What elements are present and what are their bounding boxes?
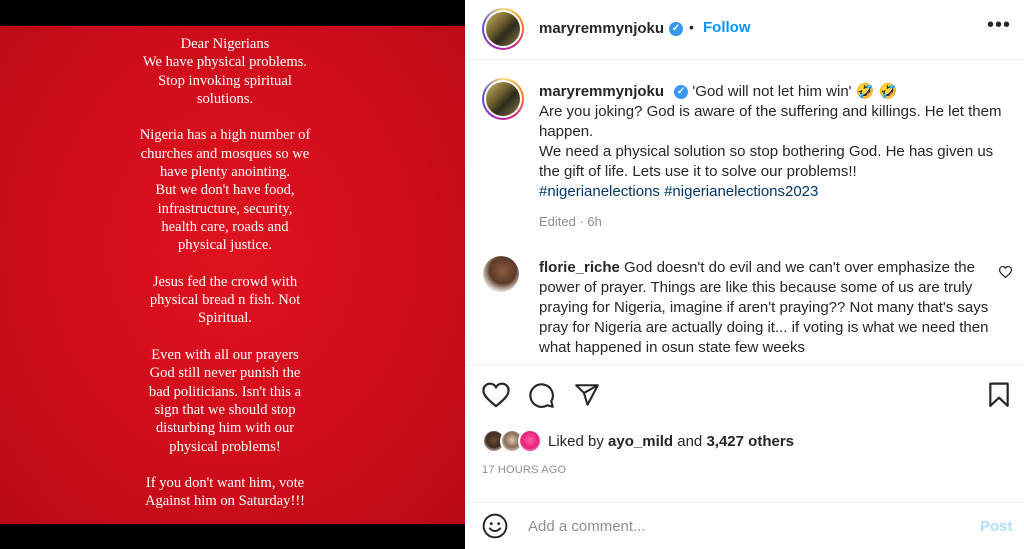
add-comment-bar: Add a comment... Post [465,502,1024,549]
save-bookmark-icon[interactable] [987,382,1011,413]
likes-summary: Liked by ayo_mild and 3,427 others [482,428,794,454]
post-image: Dear Nigerians We have physical problems… [0,0,465,549]
commenter-username[interactable]: florie_riche [539,259,620,276]
share-send-icon[interactable] [574,382,600,413]
image-paragraph-1: Dear Nigerians We have physical problems… [142,36,308,107]
liker-username[interactable]: ayo_mild [608,433,673,450]
caption-meta: Edited · 6h [539,214,602,229]
image-paragraph-2: Nigeria has a high number of churches an… [139,127,311,254]
caption-avatar[interactable] [482,78,524,120]
caption-verified-badge-icon: ✓ [674,85,689,100]
follow-button[interactable]: Follow [703,19,751,36]
caption-body: maryremmynjoku ✓ 'God will not let him w… [539,82,1009,232]
post-comment-button[interactable]: Post [980,518,1013,535]
author-username[interactable]: maryremmynjoku [539,20,664,37]
verified-badge-icon: ✓ [669,22,683,36]
likes-conj: and [677,432,703,450]
post-header: maryremmynjoku ✓ • Follow ••• [465,0,1024,60]
comment-body: florie_riche God doesn't do evil and we … [539,258,989,358]
caption-hashtags[interactable]: #nigerianelections #nigerianelections202… [539,182,1009,202]
likes-others-count[interactable]: 3,427 others [706,433,794,450]
author-avatar[interactable] [482,8,524,50]
image-paragraph-4: Even with all our prayers God still neve… [148,347,302,455]
caption-username[interactable]: maryremmynjoku [539,83,664,100]
image-paragraph-5: If you don't want him, vote Against him … [144,475,306,510]
post-image-text: Dear Nigerians We have physical problems… [95,35,355,529]
liker-avatars [482,429,544,453]
separator-dot: • [689,19,694,35]
post-details-panel: maryremmynjoku ✓ • Follow ••• maryremmyn… [465,0,1024,549]
action-bar [465,365,1024,425]
post-timestamp[interactable]: 17 HOURS AGO [482,464,566,476]
add-comment-input[interactable]: Add a comment... [528,518,958,535]
image-paragraph-3: Jesus fed the crowd with physical bread … [149,273,301,327]
likes-text[interactable]: Liked by ayo_mild and 3,427 others [548,433,794,450]
comment-bubble-icon[interactable] [528,382,555,414]
comment-like-heart-icon[interactable] [998,265,1013,281]
emoji-smiley-icon[interactable] [482,513,508,544]
more-options-icon[interactable]: ••• [987,14,1011,37]
like-heart-icon[interactable] [482,382,510,413]
liker-avatar [518,429,542,453]
comment-item: florie_riche God doesn't do evil and we … [482,256,1022,362]
likes-prefix: Liked by [548,432,604,450]
commenter-avatar[interactable] [483,256,519,292]
